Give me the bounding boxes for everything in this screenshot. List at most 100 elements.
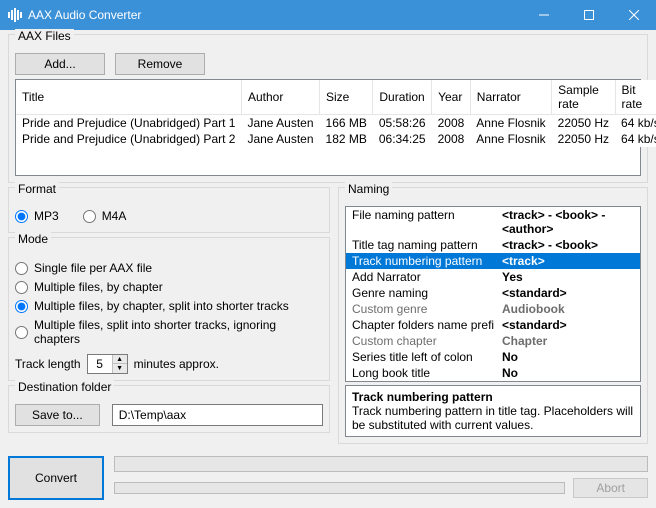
track-length-input[interactable]: [88, 357, 112, 371]
abort-button[interactable]: Abort: [573, 478, 648, 498]
naming-row-label: File naming pattern: [352, 208, 502, 236]
naming-row[interactable]: File naming pattern<track> - <book> - <a…: [346, 207, 640, 237]
naming-hint-body: Track numbering pattern in title tag. Pl…: [352, 404, 633, 432]
table-cell: 64 kb/s: [615, 115, 656, 132]
table-cell: Jane Austen: [241, 131, 319, 147]
mode-option[interactable]: Multiple files, by chapter: [15, 280, 323, 294]
track-length-label: Track length: [15, 357, 81, 371]
naming-row-value: Chapter: [502, 334, 547, 348]
track-length-spinner[interactable]: ▲ ▼: [87, 354, 128, 374]
table-cell: 182 MB: [320, 131, 373, 147]
naming-row-label: Title tag naming pattern: [352, 238, 502, 252]
destination-path[interactable]: D:\Temp\aax: [112, 404, 323, 426]
table-cell: 22050 Hz: [552, 131, 615, 147]
column-header[interactable]: Sample rate: [552, 80, 615, 115]
column-header[interactable]: Duration: [373, 80, 432, 115]
naming-row[interactable]: Custom chapterChapter: [346, 333, 640, 349]
naming-row[interactable]: Custom genreAudiobook: [346, 301, 640, 317]
mode-option-label: Multiple files, split into shorter track…: [34, 318, 323, 346]
naming-group: Naming File naming pattern<track> - <boo…: [338, 187, 648, 444]
table-cell: 05:58:26: [373, 115, 432, 132]
column-header[interactable]: Bit rate: [615, 80, 656, 115]
naming-row-value: <track>: [502, 254, 545, 268]
naming-row[interactable]: Add NarratorYes: [346, 269, 640, 285]
column-header[interactable]: Size: [320, 80, 373, 115]
naming-row-label: Track numbering pattern: [352, 254, 502, 268]
naming-row-label: Chapter folders name prefi: [352, 318, 502, 332]
destination-group: Destination folder Save to... D:\Temp\aa…: [8, 385, 330, 433]
naming-row-label: Custom chapter: [352, 334, 502, 348]
progress-bar-main: [114, 456, 648, 472]
save-to-button[interactable]: Save to...: [15, 404, 100, 426]
naming-row-value: <track> - <book> - <author>: [502, 208, 634, 236]
maximize-button[interactable]: [566, 0, 611, 30]
convert-button[interactable]: Convert: [8, 456, 104, 500]
mode-option[interactable]: Multiple files, by chapter, split into s…: [15, 299, 323, 313]
table-cell: 2008: [432, 115, 471, 132]
table-cell: Jane Austen: [241, 115, 319, 132]
remove-button[interactable]: Remove: [115, 53, 205, 75]
aax-files-group: AAX Files Add... Remove TitleAuthorSizeD…: [8, 34, 648, 183]
spinner-down-icon[interactable]: ▼: [113, 364, 127, 373]
aax-files-label: AAX Files: [15, 29, 74, 43]
naming-row[interactable]: Genre naming<standard>: [346, 285, 640, 301]
table-cell: Pride and Prejudice (Unabridged) Part 1: [16, 115, 241, 132]
mode-option-label: Single file per AAX file: [34, 261, 152, 275]
mode-option-label: Multiple files, by chapter: [34, 280, 163, 294]
close-button[interactable]: [611, 0, 656, 30]
mode-option-label: Multiple files, by chapter, split into s…: [34, 299, 289, 313]
titlebar: AAX Audio Converter: [0, 0, 656, 30]
track-length-suffix: minutes approx.: [134, 357, 219, 371]
files-table[interactable]: TitleAuthorSizeDurationYearNarratorSampl…: [15, 79, 641, 176]
mode-label: Mode: [15, 232, 51, 246]
naming-row-value: No: [502, 350, 518, 364]
add-button[interactable]: Add...: [15, 53, 105, 75]
table-row[interactable]: Pride and Prejudice (Unabridged) Part 2J…: [16, 131, 656, 147]
naming-label: Naming: [345, 182, 392, 196]
table-cell: Anne Flosnik: [470, 115, 551, 132]
column-header[interactable]: Title: [16, 80, 241, 115]
format-label: Format: [15, 182, 59, 196]
table-cell: Anne Flosnik: [470, 131, 551, 147]
naming-row[interactable]: Title tag naming pattern<track> - <book>: [346, 237, 640, 253]
table-cell: 06:34:25: [373, 131, 432, 147]
column-header[interactable]: Author: [241, 80, 319, 115]
format-m4a-label: M4A: [102, 209, 127, 223]
column-header[interactable]: Narrator: [470, 80, 551, 115]
naming-row[interactable]: Track numbering pattern<track>: [346, 253, 640, 269]
destination-label: Destination folder: [15, 380, 114, 394]
naming-row-label: Genre naming: [352, 286, 502, 300]
table-cell: 2008: [432, 131, 471, 147]
naming-row-value: No: [502, 366, 518, 380]
column-header[interactable]: Year: [432, 80, 471, 115]
format-mp3-radio[interactable]: MP3: [15, 209, 59, 223]
format-group: Format MP3 M4A: [8, 187, 330, 233]
naming-row-value: Yes: [502, 270, 523, 284]
naming-row[interactable]: Long book titleNo: [346, 365, 640, 381]
table-row[interactable]: Pride and Prejudice (Unabridged) Part 1J…: [16, 115, 656, 132]
mode-option[interactable]: Single file per AAX file: [15, 261, 323, 275]
format-m4a-radio[interactable]: M4A: [83, 209, 127, 223]
naming-row-value: <standard>: [502, 286, 567, 300]
minimize-button[interactable]: [521, 0, 566, 30]
naming-row[interactable]: Series title left of colonNo: [346, 349, 640, 365]
spinner-up-icon[interactable]: ▲: [113, 355, 127, 364]
window-title: AAX Audio Converter: [28, 8, 141, 22]
mode-option[interactable]: Multiple files, split into shorter track…: [15, 318, 323, 346]
progress-bar-sub: [114, 482, 565, 494]
naming-row-label: Custom genre: [352, 302, 502, 316]
naming-hint: Track numbering pattern Track numbering …: [345, 385, 641, 437]
table-cell: 22050 Hz: [552, 115, 615, 132]
naming-row-value: Audiobook: [502, 302, 565, 316]
table-cell: Pride and Prejudice (Unabridged) Part 2: [16, 131, 241, 147]
naming-list[interactable]: File naming pattern<track> - <book> - <a…: [345, 206, 641, 382]
format-mp3-label: MP3: [34, 209, 59, 223]
naming-row-label: Series title left of colon: [352, 350, 502, 364]
naming-row[interactable]: Chapter folders name prefi<standard>: [346, 317, 640, 333]
mode-group: Mode Single file per AAX fileMultiple fi…: [8, 237, 330, 381]
table-cell: 64 kb/s: [615, 131, 656, 147]
naming-row-value: <standard>: [502, 318, 567, 332]
naming-hint-title: Track numbering pattern: [352, 390, 493, 404]
naming-row-label: Add Narrator: [352, 270, 502, 284]
app-icon: [8, 8, 22, 22]
